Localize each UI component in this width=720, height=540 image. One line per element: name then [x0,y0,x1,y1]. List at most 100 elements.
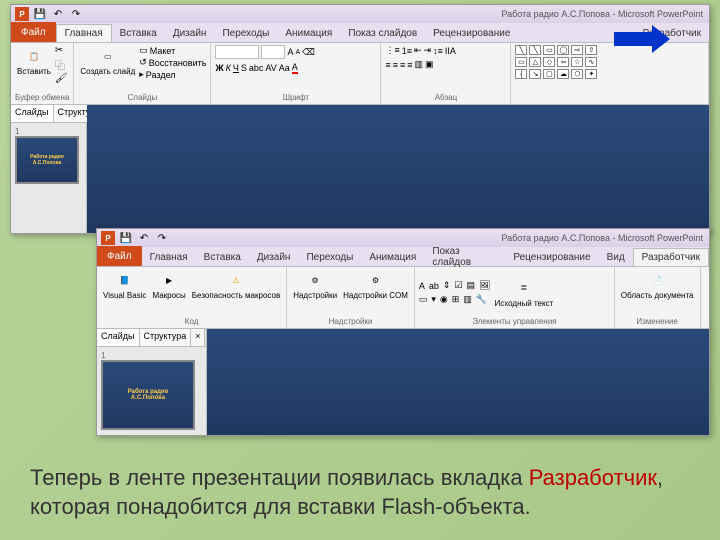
tab-developer[interactable]: Разработчик [633,248,709,266]
save-icon[interactable]: 💾 [119,231,133,245]
shape-rr-icon[interactable]: ▭ [515,57,527,67]
strike-button[interactable]: S [241,63,247,73]
tab-design[interactable]: Дизайн [165,24,215,42]
reset-button[interactable]: ↺ Восстановить [139,57,206,68]
grow-font-icon[interactable]: A [287,47,293,57]
align-center-icon[interactable]: ≡ [393,60,398,70]
shape-line2-icon[interactable]: ╲ [529,45,541,55]
com-addins-button[interactable]: ⚙ Надстройки COM [341,269,410,301]
save-icon[interactable]: 💾 [33,7,47,21]
copy-icon[interactable]: ⿻ [55,57,68,72]
cut-icon[interactable]: ✂ [55,45,68,56]
align-right-icon[interactable]: ≡ [400,60,405,70]
control-image-icon[interactable]: 🖼 [479,280,490,291]
tab-transitions[interactable]: Переходы [214,24,277,42]
new-slide-button[interactable]: ▭ Создать слайд [78,45,137,77]
format-painter-icon[interactable]: 🖌 [55,73,68,84]
tab-review[interactable]: Рецензирование [425,24,518,42]
align-left-icon[interactable]: ≡ [385,60,390,70]
shape-curve-icon[interactable]: ∿ [585,57,597,67]
tab-insert[interactable]: Вставка [196,248,249,266]
tab-review[interactable]: Рецензирование [505,248,598,266]
font-color-icon[interactable]: A [292,62,298,74]
redo-icon[interactable]: ↷ [69,7,83,21]
line-spacing-icon[interactable]: ↕≡ [433,46,443,56]
source-text-button[interactable]: ≣ Исходный текст [492,277,555,309]
numbering-icon[interactable]: 1≡ [402,46,412,56]
sidepanel-tab-slides[interactable]: Слайды [11,105,54,122]
visual-basic-button[interactable]: 📘 Visual Basic [101,269,148,301]
tab-file[interactable]: Файл [11,22,56,42]
shape-cloud-icon[interactable]: ☁ [557,69,569,79]
columns-icon[interactable]: ▥ [415,59,424,70]
tab-transitions[interactable]: Переходы [298,248,361,266]
layout-button[interactable]: ▭ Макет [139,45,206,56]
control-radio-icon[interactable]: ◉ [440,294,448,305]
font-name-combo[interactable] [215,45,259,59]
shape-tri-icon[interactable]: △ [529,57,541,67]
slide-thumbnail[interactable]: Работа радио А.С.Попова [15,136,79,184]
control-button-icon[interactable]: ▭ [419,294,428,305]
shape-dia-icon[interactable]: ◇ [543,57,555,67]
slide-canvas-2[interactable] [207,329,709,435]
tab-home[interactable]: Главная [56,24,112,42]
sidepanel-tab-outline[interactable]: Структура [140,329,192,346]
text-direction-icon[interactable]: IIA [445,46,456,56]
control-combo-icon[interactable]: ▾ [431,294,436,305]
shape-conn-icon[interactable]: ↘ [529,69,541,79]
control-label-icon[interactable]: A [419,281,425,291]
tab-home[interactable]: Главная [142,248,196,266]
bullets-icon[interactable]: ⋮≡ [385,45,399,56]
shape-hex-icon[interactable]: ⬡ [571,69,583,79]
control-more-icon[interactable]: 🔧 [476,294,487,305]
tab-insert[interactable]: Вставка [112,24,165,42]
shrink-font-icon[interactable]: A [295,49,300,56]
paste-button[interactable]: 📋 Вставить [15,45,53,77]
shape-misc-icon[interactable]: ✦ [585,69,597,79]
tab-design[interactable]: Дизайн [249,248,299,266]
italic-button[interactable]: К [226,63,231,73]
indent-right-icon[interactable]: ⇥ [424,45,432,56]
align-text-icon[interactable]: ▣ [425,59,434,70]
slide-thumbnail[interactable]: Работа радио А.С.Попова [101,360,195,430]
tab-view[interactable]: Вид [599,248,633,266]
underline-button[interactable]: Ч [233,63,239,73]
tab-animations[interactable]: Анимация [277,24,340,42]
shape-line-icon[interactable]: ╲ [515,45,527,55]
shape-arrow2-icon[interactable]: ⇦ [557,57,569,67]
macros-button[interactable]: ▶ Макросы [150,269,187,301]
shape-up-icon[interactable]: ⇧ [585,45,597,55]
shape-rect-icon[interactable]: ▭ [543,45,555,55]
tab-animations[interactable]: Анимация [361,248,424,266]
sidepanel-close-button[interactable]: × [191,329,205,346]
shape-arrow-icon[interactable]: ⇨ [571,45,583,55]
control-scroll-icon[interactable]: ▥ [463,294,472,305]
control-check-icon[interactable]: ☑ [454,280,462,291]
undo-icon[interactable]: ↶ [137,231,151,245]
tab-slideshow[interactable]: Показ слайдов [424,248,505,266]
justify-icon[interactable]: ≡ [407,60,412,70]
shadow-button[interactable]: abc [249,63,264,73]
sidepanel-tab-slides[interactable]: Слайды [97,329,140,346]
control-toggle-icon[interactable]: ⊞ [452,294,460,305]
control-spin-icon[interactable]: ⇕ [443,280,451,291]
char-spacing-icon[interactable]: AV [265,63,276,73]
tab-slideshow[interactable]: Показ слайдов [340,24,425,42]
shape-box-icon[interactable]: ▢ [543,69,555,79]
bold-button[interactable]: Ж [215,63,223,73]
shape-brace-icon[interactable]: { [515,69,527,79]
shapes-gallery[interactable]: ╲ ╲ ▭ ◯ ⇨ ⇧ ▭ △ ◇ ⇦ ☆ ∿ { ↘ ▢ ☁ ⬡ ✦ [515,45,704,79]
document-panel-button[interactable]: 📄 Область документа [619,269,696,301]
slide-canvas[interactable] [87,105,709,233]
control-list-icon[interactable]: ▤ [467,280,476,291]
shape-oval-icon[interactable]: ◯ [557,45,569,55]
indent-left-icon[interactable]: ⇤ [414,45,422,56]
font-size-combo[interactable] [261,45,285,59]
section-button[interactable]: ▸ Раздел [139,69,206,80]
clear-format-icon[interactable]: ⌫ [302,47,315,58]
change-case-icon[interactable]: Aa [279,63,290,73]
addins-button[interactable]: ⚙ Надстройки [291,269,339,301]
tab-file[interactable]: Файл [97,246,142,266]
redo-icon[interactable]: ↷ [155,231,169,245]
undo-icon[interactable]: ↶ [51,7,65,21]
